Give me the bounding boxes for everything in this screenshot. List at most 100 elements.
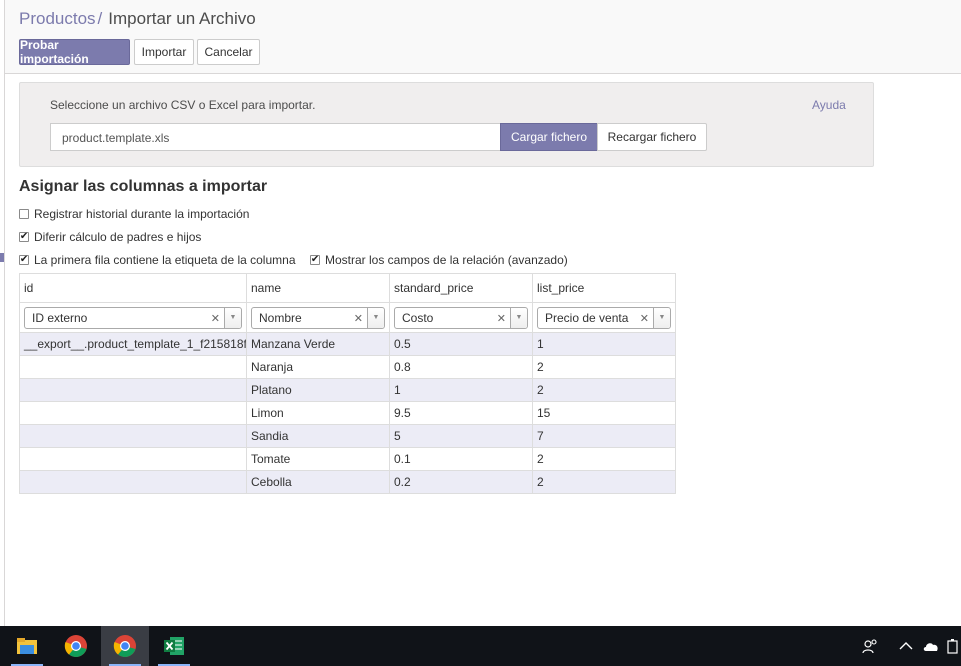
- breadcrumb-link-productos[interactable]: Productos: [19, 9, 96, 28]
- chrome-icon: [113, 635, 136, 657]
- field-select-value: ID externo: [32, 310, 88, 325]
- column-header: standard_price: [389, 273, 533, 303]
- file-name-input[interactable]: product.template.xls: [50, 123, 500, 151]
- excel-icon: [164, 637, 184, 655]
- table-cell: [19, 401, 247, 425]
- track-history-checkbox[interactable]: [19, 209, 29, 219]
- option-label: La primera fila contiene la etiqueta de …: [34, 253, 296, 267]
- test-import-button[interactable]: Probar importación: [19, 38, 130, 66]
- taskbar-chrome-active[interactable]: [101, 626, 149, 666]
- left-edge-marker: [0, 253, 4, 262]
- table-cell: 2: [532, 447, 676, 471]
- chevron-up-icon: [899, 642, 913, 650]
- table-row: Cebolla 0.2 2: [19, 470, 676, 494]
- reload-file-button[interactable]: Recargar fichero: [597, 123, 707, 151]
- mapping-section-title: Asignar las columnas a importar: [19, 178, 268, 195]
- field-mapping-select-list-price[interactable]: Precio de venta ✕ ▼: [537, 306, 671, 329]
- table-cell: 0.2: [389, 470, 533, 494]
- battery-icon: [946, 639, 958, 654]
- show-relation-fields-checkbox[interactable]: ✔: [310, 255, 320, 265]
- taskbar-battery[interactable]: [944, 626, 961, 666]
- clear-icon[interactable]: ✕: [211, 312, 220, 325]
- table-cell: 15: [532, 401, 676, 425]
- taskbar-file-explorer[interactable]: [3, 626, 51, 666]
- dropdown-arrow-icon[interactable]: ▼: [224, 307, 241, 328]
- breadcrumb-current: Importar un Archivo: [108, 9, 256, 28]
- taskbar-show-hidden-icons[interactable]: [896, 626, 916, 666]
- table-cell: 2: [532, 470, 676, 494]
- load-file-button[interactable]: Cargar fichero: [500, 123, 598, 151]
- option-label: Diferir cálculo de padres e hijos: [34, 230, 202, 244]
- table-cell: 1: [532, 332, 676, 356]
- table-cell: 0.1: [389, 447, 533, 471]
- table-cell: 9.5: [389, 401, 533, 425]
- table-cell: 1: [389, 378, 533, 402]
- help-link[interactable]: Ayuda: [812, 98, 846, 112]
- dropdown-arrow-icon[interactable]: ▼: [510, 307, 527, 328]
- import-preview-table: id name standard_price list_price ID ext…: [19, 273, 676, 494]
- control-panel: Productos / Importar un Archivo Probar imp…: [5, 0, 961, 74]
- column-header: name: [246, 273, 390, 303]
- app-left-edge: [0, 0, 5, 626]
- option-show-relation-fields[interactable]: ✔ Mostrar los campos de la relación (ava…: [310, 253, 568, 267]
- field-select-value: Costo: [402, 310, 434, 325]
- table-cell: __export__.product_template_1_f215818f: [19, 332, 247, 356]
- onedrive-icon: [923, 643, 938, 651]
- taskbar-onedrive[interactable]: [919, 626, 943, 666]
- table-cell: Naranja: [246, 355, 390, 379]
- table-row: Tomate 0.1 2: [19, 447, 676, 471]
- field-mapping-select-id[interactable]: ID externo ✕ ▼: [24, 306, 242, 329]
- defer-parent-compute-checkbox[interactable]: ✔: [19, 232, 29, 242]
- table-row: Naranja 0.8 2: [19, 355, 676, 379]
- field-select-value: Nombre: [259, 310, 302, 325]
- table-cell: 7: [532, 424, 676, 448]
- table-cell: [19, 447, 247, 471]
- taskbar-people[interactable]: [858, 626, 882, 666]
- file-explorer-icon: [17, 638, 37, 654]
- taskbar-excel[interactable]: [150, 626, 198, 666]
- table-cell: [19, 470, 247, 494]
- table-cell: 5: [389, 424, 533, 448]
- table-cell: 0.5: [389, 332, 533, 356]
- field-mapping-select-standard-price[interactable]: Costo ✕ ▼: [394, 306, 528, 329]
- option-track-history[interactable]: Registrar historial durante la importaci…: [19, 207, 249, 221]
- table-cell: [19, 378, 247, 402]
- dropdown-arrow-icon[interactable]: ▼: [367, 307, 384, 328]
- headers-first-row-checkbox[interactable]: ✔: [19, 255, 29, 265]
- clear-icon[interactable]: ✕: [497, 312, 506, 325]
- table-cell: Manzana Verde: [246, 332, 390, 356]
- table-cell: [19, 355, 247, 379]
- table-row: __export__.product_template_1_f215818f M…: [19, 332, 676, 356]
- file-help-text: Seleccione un archivo CSV o Excel para i…: [50, 98, 316, 112]
- table-cell: Cebolla: [246, 470, 390, 494]
- table-cell: Platano: [246, 378, 390, 402]
- cancel-button[interactable]: Cancelar: [197, 39, 260, 65]
- clear-icon[interactable]: ✕: [354, 312, 363, 325]
- breadcrumb-separator: /: [97, 9, 103, 28]
- table-row: Sandia 5 7: [19, 424, 676, 448]
- people-icon: [862, 639, 877, 654]
- table-row: Platano 1 2: [19, 378, 676, 402]
- breadcrumb: Productos / Importar un Archivo: [19, 9, 256, 29]
- taskbar-chrome[interactable]: [52, 626, 100, 666]
- table-cell: Tomate: [246, 447, 390, 471]
- file-select-panel: Seleccione un archivo CSV o Excel para i…: [19, 82, 874, 167]
- table-cell: 2: [532, 378, 676, 402]
- table-row: Limon 9.5 15: [19, 401, 676, 425]
- clear-icon[interactable]: ✕: [640, 312, 649, 325]
- column-header: list_price: [532, 273, 676, 303]
- option-headers-first-row[interactable]: ✔ La primera fila contiene la etiqueta d…: [19, 253, 296, 267]
- table-cell: Limon: [246, 401, 390, 425]
- table-cell: 2: [532, 355, 676, 379]
- option-label: Mostrar los campos de la relación (avanz…: [325, 253, 568, 267]
- option-label: Registrar historial durante la importaci…: [34, 207, 250, 221]
- import-button[interactable]: Importar: [134, 39, 194, 65]
- field-select-value: Precio de venta: [545, 310, 629, 325]
- field-mapping-select-name[interactable]: Nombre ✕ ▼: [251, 306, 385, 329]
- dropdown-arrow-icon[interactable]: ▼: [653, 307, 670, 328]
- windows-taskbar: [0, 626, 961, 666]
- table-cell: 0.8: [389, 355, 533, 379]
- option-defer-parent-compute[interactable]: ✔ Diferir cálculo de padres e hijos: [19, 230, 201, 244]
- table-cell: Sandia: [246, 424, 390, 448]
- chrome-icon: [64, 635, 87, 657]
